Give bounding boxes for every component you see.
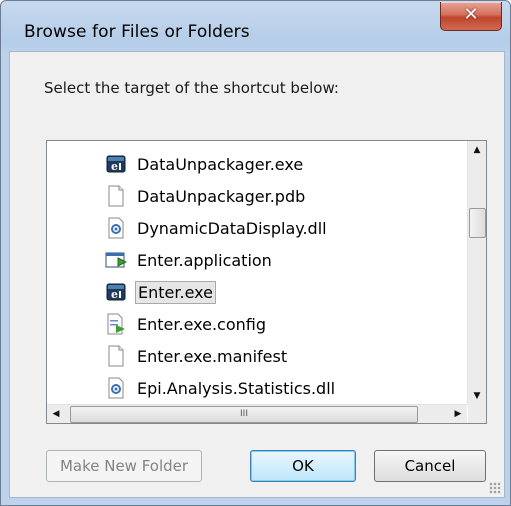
folder-tree[interactable]: e DataUnpackager.exe DataUnpackager.pdb … (46, 140, 487, 424)
item-label: Enter.application (137, 250, 272, 270)
make-new-folder-button[interactable]: Make New Folder (46, 450, 202, 482)
dialog-body: Select the target of the shortcut below:… (9, 51, 505, 498)
item-label: DataUnpackager.pdb (137, 186, 306, 206)
file-list: e DataUnpackager.exe DataUnpackager.pdb … (47, 141, 467, 405)
list-item-selected[interactable]: e Enter.exe (105, 278, 216, 306)
config-icon (105, 313, 127, 335)
file-icon (105, 185, 127, 207)
dll-icon (105, 377, 127, 399)
list-item[interactable]: Enter.exe.config (105, 310, 268, 338)
list-item[interactable]: Epi.Analysis.Statistics.dll (105, 374, 337, 402)
close-button[interactable]: ✕ (440, 2, 502, 31)
svg-text:e: e (111, 288, 118, 301)
exe-icon: e (105, 153, 127, 175)
horizontal-scroll-thumb[interactable]: III (70, 406, 418, 423)
vertical-scrollbar[interactable]: ▲ ▼ (467, 141, 486, 405)
window-title: Browse for Files or Folders (24, 22, 250, 42)
cancel-button[interactable]: Cancel (374, 450, 486, 482)
application-icon (105, 249, 127, 271)
svg-text:e: e (111, 160, 118, 173)
file-icon (105, 345, 127, 367)
title-bar[interactable]: Browse for Files or Folders ✕ (1, 1, 510, 42)
list-item[interactable]: Enter.exe.manifest (105, 342, 289, 370)
scroll-up-arrow-icon[interactable]: ▲ (468, 141, 486, 159)
item-label: DynamicDataDisplay.dll (137, 218, 327, 238)
prompt-text: Select the target of the shortcut below: (44, 79, 339, 97)
exe-icon: e (105, 281, 127, 303)
item-label: DataUnpackager.exe (137, 154, 304, 174)
scroll-down-arrow-icon[interactable]: ▼ (468, 387, 486, 405)
close-icon: ✕ (463, 4, 479, 25)
scroll-left-arrow-icon[interactable]: ◀ (47, 405, 65, 423)
ok-button[interactable]: OK (250, 450, 356, 482)
list-item[interactable]: e DataUnpackager.exe (105, 150, 305, 178)
list-item[interactable]: Enter.application (105, 246, 274, 274)
scrollbar-corner (468, 405, 486, 423)
scroll-right-arrow-icon[interactable]: ▶ (449, 405, 467, 423)
list-item[interactable]: DataUnpackager.pdb (105, 182, 307, 210)
dll-icon (105, 217, 127, 239)
item-label: Enter.exe.manifest (137, 346, 288, 366)
horizontal-scrollbar[interactable]: ◀ III ▶ (47, 404, 467, 423)
resize-grip-icon[interactable] (489, 482, 501, 494)
browse-dialog: Browse for Files or Folders ✕ Select the… (0, 0, 511, 506)
item-label: Enter.exe.config (137, 314, 266, 334)
item-label: Epi.Analysis.Statistics.dll (137, 378, 336, 398)
list-item[interactable]: DynamicDataDisplay.dll (105, 214, 329, 242)
item-label: Enter.exe (135, 280, 216, 304)
vertical-scroll-thumb[interactable] (469, 208, 486, 238)
